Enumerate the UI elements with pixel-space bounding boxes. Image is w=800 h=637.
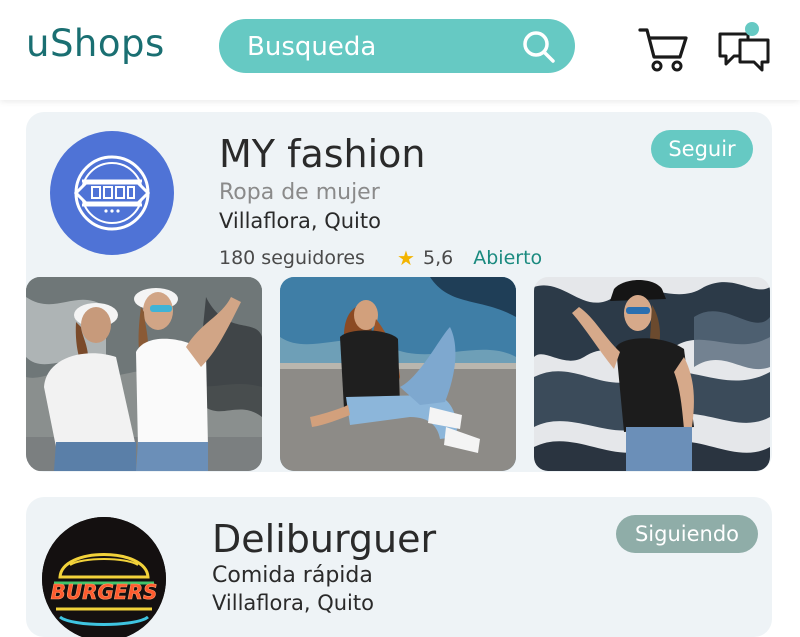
gallery-photo[interactable]	[534, 277, 770, 471]
cart-icon[interactable]	[637, 24, 689, 74]
store-meta: 180 seguidores ★ 5,6 Abierto	[219, 246, 542, 270]
gallery-photo[interactable]	[26, 277, 262, 471]
search-icon[interactable]	[520, 28, 558, 66]
gallery-photo[interactable]	[280, 277, 516, 471]
store-category: Ropa de mujer	[219, 180, 380, 205]
burger-neon-logo-icon: BURGERS	[42, 517, 166, 637]
store-rating: 5,6	[422, 247, 454, 269]
store-avatar[interactable]: BURGERS	[42, 517, 166, 637]
store-location: Villaflora, Quito	[212, 591, 374, 615]
store-location: Villaflora, Quito	[219, 209, 381, 233]
chat-icon[interactable]	[716, 20, 772, 74]
store-name[interactable]: MY fashion	[219, 132, 426, 176]
following-button[interactable]: Siguiendo	[616, 515, 758, 553]
store-status: Abierto	[473, 247, 543, 269]
store-card[interactable]: BURGERS Deliburguer Comida rápida Villaf…	[26, 497, 772, 637]
follow-button[interactable]: Seguir	[651, 130, 753, 168]
store-avatar[interactable]	[50, 131, 174, 255]
store-card[interactable]: MY fashion Ropa de mujer Villaflora, Qui…	[26, 112, 772, 472]
store-gallery	[26, 277, 772, 471]
search-input[interactable]	[245, 19, 529, 75]
star-icon: ★	[397, 246, 415, 270]
store-logo-icon	[73, 155, 151, 231]
app-logo[interactable]: uShops	[26, 22, 165, 65]
store-followers: 180 seguidores	[219, 247, 365, 269]
store-logo-text: BURGERS	[51, 580, 158, 604]
store-category: Comida rápida	[212, 563, 373, 588]
app-header: uShops	[0, 0, 800, 100]
store-name[interactable]: Deliburguer	[212, 517, 436, 561]
